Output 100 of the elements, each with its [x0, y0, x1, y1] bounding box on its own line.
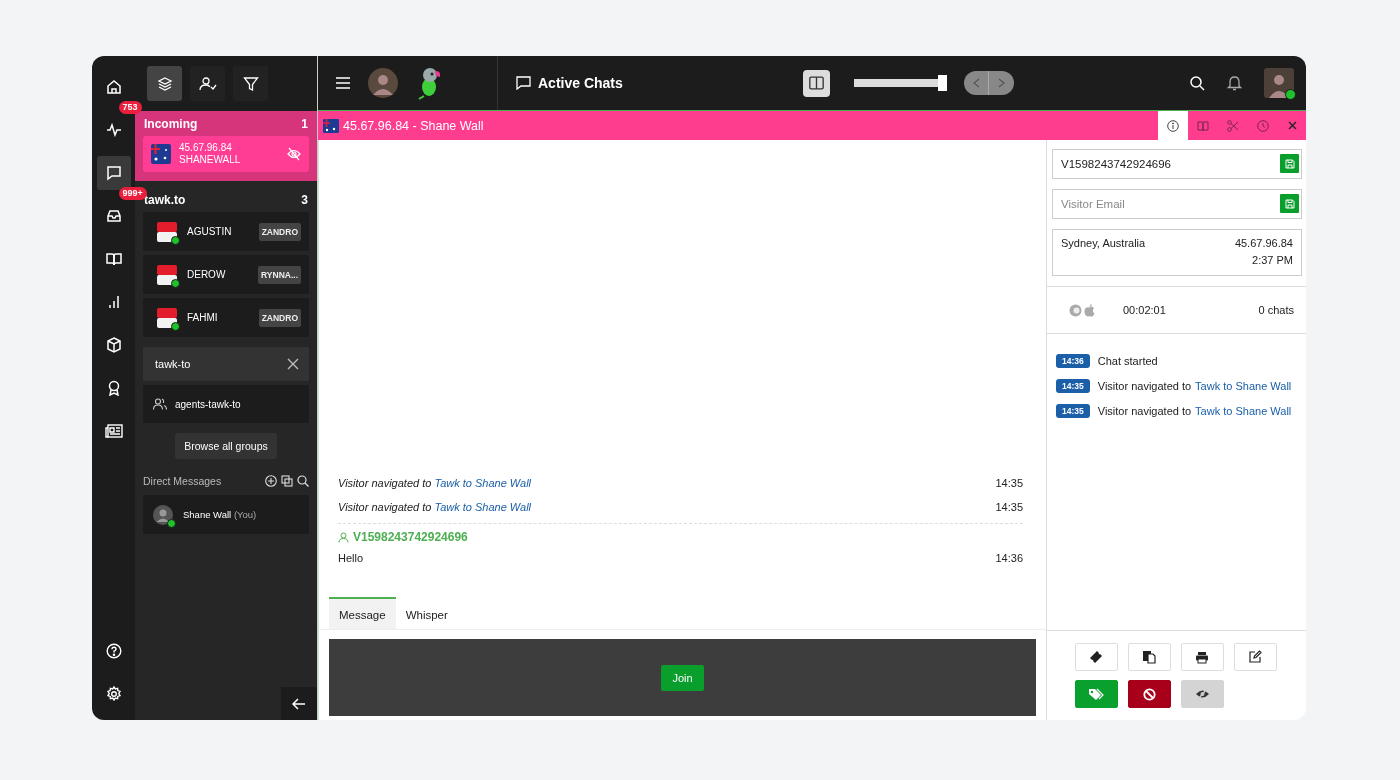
sender-name: V1598243742924696 [353, 530, 468, 544]
visitor-name-field[interactable]: V1598243742924696 [1052, 149, 1302, 179]
chat-item[interactable]: FAHMI ZANDRO [143, 298, 309, 337]
save-button[interactable] [1280, 194, 1299, 213]
layout-toggle-button[interactable] [803, 69, 830, 97]
user-icon [338, 531, 349, 543]
chat-icon [105, 165, 122, 181]
tag-button[interactable] [1074, 680, 1118, 708]
user-name: Shane Wall (You) [183, 509, 257, 520]
settings-icon [105, 686, 122, 702]
chat-title: 45.67.96.84 - Shane Wall [343, 118, 484, 133]
visitor-name: SHANEWALL [179, 154, 242, 166]
bell-icon[interactable] [1227, 75, 1242, 91]
message-text: Hello [338, 552, 364, 564]
group-search-field[interactable]: tawk-to [143, 347, 309, 381]
direct-message-item[interactable]: Shane Wall (You) [143, 495, 309, 534]
chat-item[interactable]: DEROW RYNNA... [143, 255, 309, 294]
newspaper-icon [104, 423, 123, 439]
time-badge: 14:35 [1056, 403, 1090, 418]
agent-tag: ZANDRO [258, 308, 301, 327]
agent-tag: RYNNA... [258, 265, 301, 284]
join-button[interactable]: Join [661, 664, 704, 691]
group-item[interactable]: agents-tawk-to [143, 385, 309, 423]
book-icon [1197, 119, 1209, 132]
visitor-ip: 45.67.96.84 [1234, 237, 1293, 249]
eye-off-icon [1194, 688, 1210, 700]
tags-icon [1088, 687, 1104, 701]
timeline-text: Visitor navigated to Tawk to Shane Wall [1097, 404, 1292, 417]
print-button[interactable] [1180, 643, 1224, 671]
section-count: 1 [301, 117, 308, 131]
edit-icon [1248, 650, 1262, 664]
chat-item[interactable]: AGUSTIN ZANDRO [143, 212, 309, 251]
page-link[interactable]: Tawk to Shane Wall [434, 501, 532, 513]
save-button[interactable] [1280, 154, 1299, 173]
toolbar-button[interactable] [147, 66, 182, 101]
ticket-button[interactable] [1074, 643, 1118, 671]
section-title: tawk.to [144, 193, 186, 207]
avatar-icon [153, 504, 173, 525]
event-time: 14:35 [995, 501, 1023, 513]
save-icon [1284, 158, 1295, 169]
panel-tab[interactable] [1158, 111, 1188, 140]
next-button[interactable] [989, 71, 1014, 95]
previous-button[interactable] [964, 71, 989, 95]
chat-icon [516, 76, 531, 90]
edit-button[interactable] [1233, 643, 1277, 671]
flag-icon [157, 307, 177, 328]
layers-icon [156, 75, 173, 92]
visitor-email-field[interactable]: Visitor Email [1052, 189, 1302, 219]
timeline-text: Chat started [1097, 354, 1158, 367]
close-icon [1287, 121, 1297, 130]
flag-icon [151, 144, 171, 164]
toolbar-button[interactable] [190, 66, 225, 101]
online-dot [1285, 89, 1296, 100]
rail-button[interactable] [96, 156, 131, 190]
hide-button[interactable] [1180, 680, 1224, 708]
ban-button[interactable] [1127, 680, 1171, 708]
apple-icon [1084, 303, 1095, 317]
filter-icon [242, 75, 259, 92]
help-icon [105, 643, 122, 659]
eye-off-icon [287, 147, 301, 161]
scissors-icon [1227, 119, 1239, 132]
back-button[interactable] [281, 687, 317, 720]
avatar-icon[interactable] [368, 68, 398, 98]
ban-icon [1142, 687, 1156, 701]
chat-duration: 00:02:01 [1123, 304, 1166, 316]
count-badge: 753 [118, 101, 142, 114]
browse-groups-button[interactable]: Browse all groups [175, 433, 277, 459]
message-time: 14:36 [995, 552, 1023, 564]
visitor-name: AGUSTIN [187, 226, 233, 237]
section-title: Incoming [144, 117, 198, 131]
copy-icon[interactable] [281, 475, 293, 487]
ticket-icon [1089, 650, 1103, 664]
home-icon [105, 79, 122, 95]
printer-icon [1195, 650, 1209, 664]
visitor-ip: 45.67.96.84 [179, 142, 233, 154]
close-icon[interactable] [287, 358, 299, 370]
inbox-icon [105, 208, 122, 224]
page-link[interactable]: Tawk to Shane Wall [1195, 379, 1292, 392]
page-title: Active Chats [538, 75, 623, 91]
browser-icon [1069, 303, 1082, 317]
avatar-icon[interactable] [1264, 68, 1294, 98]
time-badge: 14:35 [1056, 378, 1090, 393]
copy-icon [1142, 650, 1156, 664]
flag-icon [157, 264, 177, 285]
composer-tab[interactable]: Message [329, 597, 396, 629]
info-icon [1167, 119, 1179, 132]
search-icon[interactable] [1190, 75, 1205, 91]
toolbar-button[interactable] [233, 66, 268, 101]
page-link[interactable]: Tawk to Shane Wall [1195, 404, 1292, 417]
search-icon[interactable] [297, 475, 309, 487]
book-icon [105, 251, 122, 267]
section-title: Direct Messages [143, 475, 222, 487]
visitor-local-time: 2:37 PM [1252, 254, 1293, 266]
add-icon[interactable] [265, 475, 277, 487]
page-link[interactable]: Tawk to Shane Wall [434, 477, 532, 489]
save-icon [1284, 198, 1295, 209]
users-icon [153, 398, 167, 410]
menu-icon[interactable] [336, 77, 350, 89]
copy-button[interactable] [1127, 643, 1171, 671]
arrow-left-icon [292, 697, 306, 710]
